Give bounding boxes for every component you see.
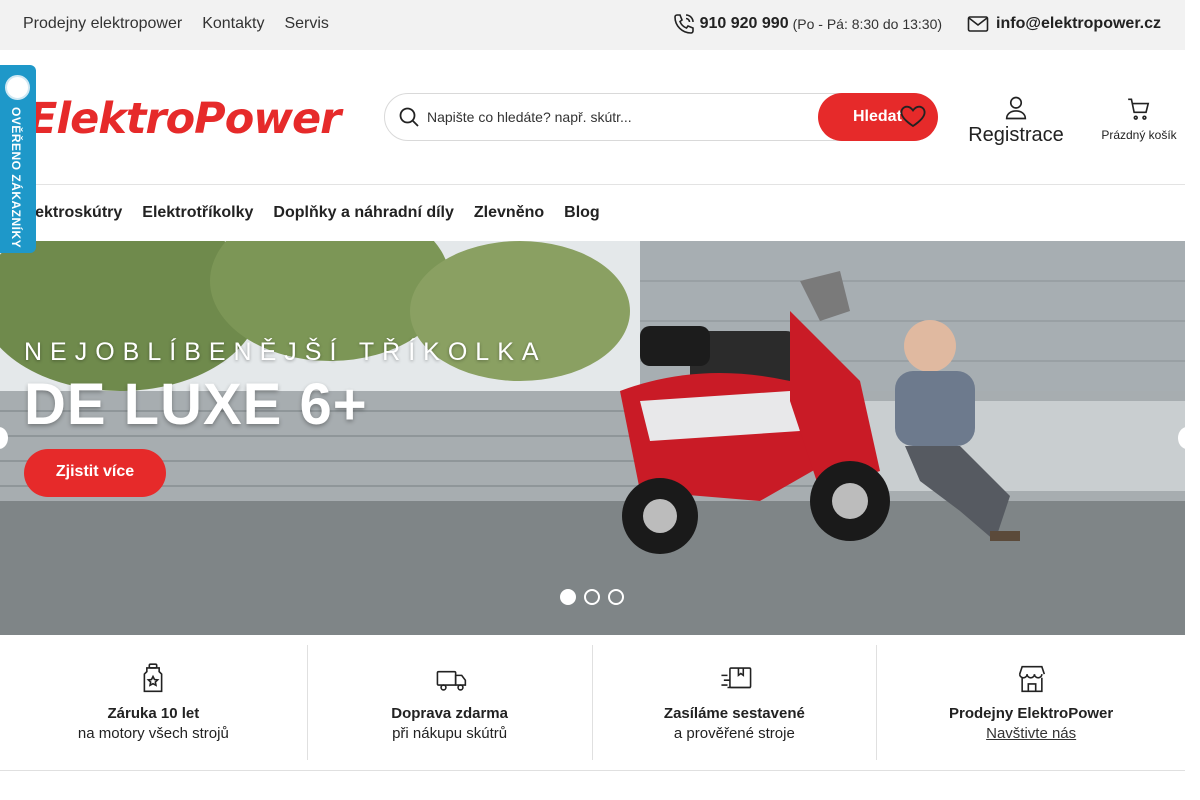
feature-stores: Prodejny ElektroPower Navštivte nás [877, 645, 1185, 760]
heart-icon[interactable] [898, 101, 928, 131]
features-bar: Záruka 10 let na motory všech strojů Dop… [0, 645, 1185, 760]
badge-text: OVĚŘENO ZÁKAZNÍKY [9, 107, 23, 249]
hero-image [0, 241, 1185, 635]
cart-icon [1125, 96, 1153, 122]
box-icon [719, 663, 752, 695]
top-link-stores[interactable]: Prodejny elektropower [23, 15, 182, 33]
logo[interactable]: ElektroPower [28, 94, 341, 144]
hero-subtitle: NEJOBLÍBENĚJŠÍ TŘÍKOLKA [24, 338, 547, 366]
search-icon [397, 105, 421, 129]
header: ElektroPower Hledat Registrace Prázdný k… [0, 50, 1185, 185]
feature-text: a prověřené stroje [673, 725, 795, 742]
divider [0, 770, 1185, 771]
feature-assembled: Zasíláme sestavené a prověřené stroje [593, 645, 878, 760]
phone-hours: (Po - Pá: 8:30 do 13:30) [792, 16, 943, 32]
store-icon [1016, 663, 1046, 695]
shield-star-icon [138, 663, 168, 695]
phone-number[interactable]: 910 920 990 [700, 15, 789, 33]
slider-dots [560, 589, 624, 605]
phone-icon [672, 12, 696, 36]
register-label: Registrace [968, 124, 1064, 146]
badge-seal-icon [5, 75, 30, 100]
cart-label: Prázdný košík [1101, 128, 1177, 142]
hero-title: DE LUXE 6+ [24, 372, 368, 437]
email-address: info@elektropower.cz [996, 15, 1161, 32]
feature-title: Zasíláme sestavené [663, 705, 805, 722]
top-links: Prodejny elektropower Kontakty Servis [23, 15, 329, 33]
slider-dot-3[interactable] [608, 589, 624, 605]
feature-title: Záruka 10 let [107, 705, 200, 722]
main-nav: Elektroskútry Elektrotříkolky Doplňky a … [0, 185, 1185, 241]
search-input[interactable] [427, 104, 807, 130]
cart-link[interactable]: Prázdný košík [1098, 96, 1180, 142]
user-icon [1002, 94, 1030, 122]
verified-customers-badge[interactable]: OVĚŘENO ZÁKAZNÍKY [0, 65, 36, 253]
top-link-service[interactable]: Servis [284, 15, 328, 33]
top-link-contacts[interactable]: Kontakty [202, 15, 264, 33]
nav-item-sale[interactable]: Zlevněno [474, 204, 544, 222]
slider-dot-1[interactable] [560, 589, 576, 605]
email-link[interactable]: info@elektropower.cz [966, 12, 1161, 36]
feature-title: Doprava zdarma [391, 705, 508, 722]
top-bar: Prodejny elektropower Kontakty Servis 91… [0, 0, 1185, 50]
mail-icon [966, 12, 990, 36]
feature-warranty: Záruka 10 let na motory všech strojů [0, 645, 308, 760]
hero-cta-button[interactable]: Zjistit více [24, 449, 166, 497]
visit-us-link[interactable]: Navštivte nás [877, 725, 1185, 742]
nav-item-blog[interactable]: Blog [564, 204, 600, 222]
feature-shipping: Doprava zdarma při nákupu skútrů [308, 645, 593, 760]
register-link[interactable]: Registrace [967, 94, 1065, 147]
contact-info: 910 920 990 (Po - Pá: 8:30 do 13:30) inf… [672, 12, 1161, 36]
feature-title: Prodejny ElektroPower [949, 705, 1114, 722]
nav-item-tricycles[interactable]: Elektrotříkolky [142, 204, 253, 222]
truck-icon [435, 663, 466, 695]
search-bar: Hledat [384, 93, 938, 141]
nav-item-accessories[interactable]: Doplňky a náhradní díly [273, 204, 453, 222]
hero-slider: NEJOBLÍBENĚJŠÍ TŘÍKOLKA DE LUXE 6+ Zjist… [0, 241, 1185, 635]
slider-dot-2[interactable] [584, 589, 600, 605]
feature-text: při nákupu skútrů [392, 725, 508, 742]
feature-text: na motory všech strojů [77, 725, 229, 742]
